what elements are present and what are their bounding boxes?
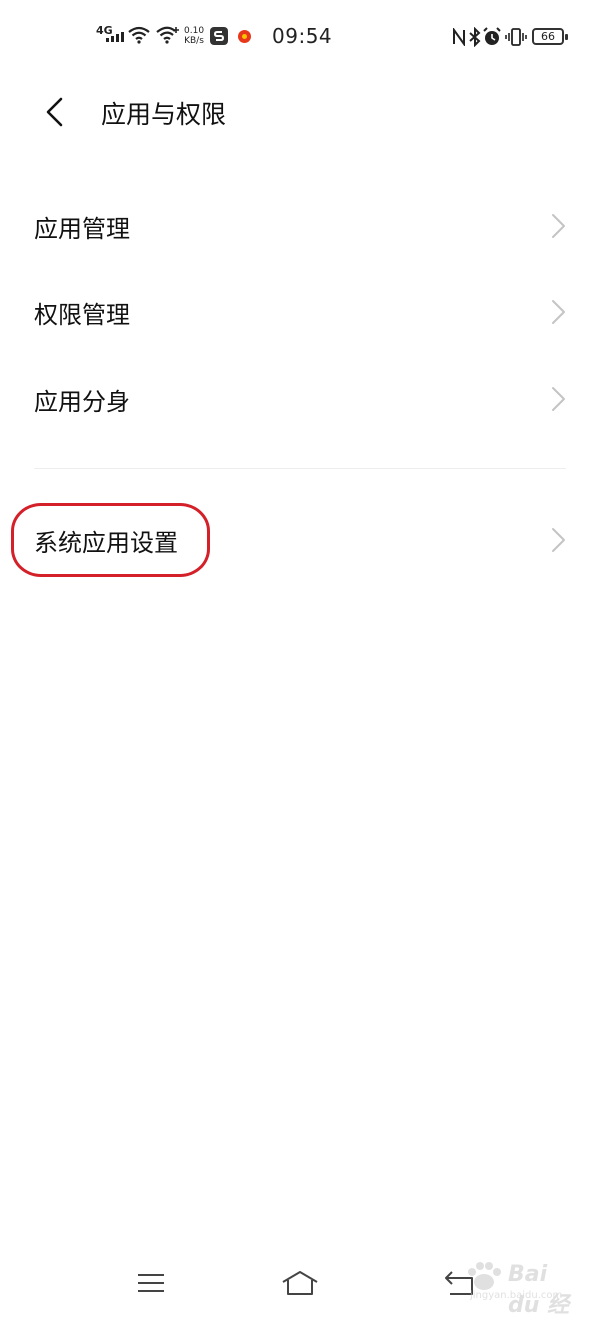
app-header: 应用与权限 bbox=[0, 80, 600, 144]
wifi-icon bbox=[128, 26, 150, 44]
highlight-annotation bbox=[11, 503, 210, 577]
list-item-app-clone[interactable]: 应用分身 bbox=[0, 359, 600, 439]
baidu-watermark: Bai du 经验 jingyan.baidu.com bbox=[462, 1258, 572, 1318]
wifi-hotspot-icon bbox=[156, 26, 179, 44]
list-item-label: 应用分身 bbox=[34, 387, 130, 416]
chevron-right-icon bbox=[552, 387, 565, 411]
status-bar: 4G 0.10 KB/s 09:54 66 bbox=[0, 0, 600, 72]
section-divider bbox=[34, 468, 566, 469]
chevron-left-icon bbox=[46, 97, 63, 127]
alarm-icon bbox=[483, 27, 501, 45]
network-speed-unit: KB/s bbox=[184, 36, 204, 46]
app-notification-icon bbox=[210, 27, 228, 45]
vibrate-icon bbox=[505, 28, 527, 46]
clock: 09:54 bbox=[272, 24, 333, 48]
home-icon[interactable] bbox=[280, 1268, 320, 1298]
nfc-icon bbox=[453, 28, 465, 46]
news-app-icon bbox=[238, 30, 251, 43]
chevron-right-icon bbox=[552, 214, 565, 238]
list-item-permission-management[interactable]: 权限管理 bbox=[0, 272, 600, 352]
back-button[interactable] bbox=[30, 90, 78, 134]
watermark-url: jingyan.baidu.com bbox=[470, 1290, 563, 1301]
cellular-signal-icon bbox=[106, 32, 124, 42]
list-item-label: 权限管理 bbox=[34, 300, 130, 329]
bluetooth-icon bbox=[469, 27, 481, 47]
paw-logo-icon bbox=[468, 1262, 501, 1290]
menu-icon[interactable] bbox=[131, 1268, 171, 1298]
list-item-app-management[interactable]: 应用管理 bbox=[0, 186, 600, 266]
chevron-right-icon bbox=[552, 300, 565, 324]
screen: 4G 0.10 KB/s 09:54 66 应用与权限 应用管理 权限管理 应用… bbox=[0, 0, 600, 1320]
battery-indicator: 66 bbox=[532, 28, 568, 45]
chevron-right-icon bbox=[552, 528, 565, 552]
network-speed: 0.10 KB/s bbox=[184, 26, 204, 46]
list-item-label: 应用管理 bbox=[34, 214, 130, 243]
network-speed-value: 0.10 bbox=[184, 26, 205, 36]
page-title: 应用与权限 bbox=[101, 100, 227, 129]
